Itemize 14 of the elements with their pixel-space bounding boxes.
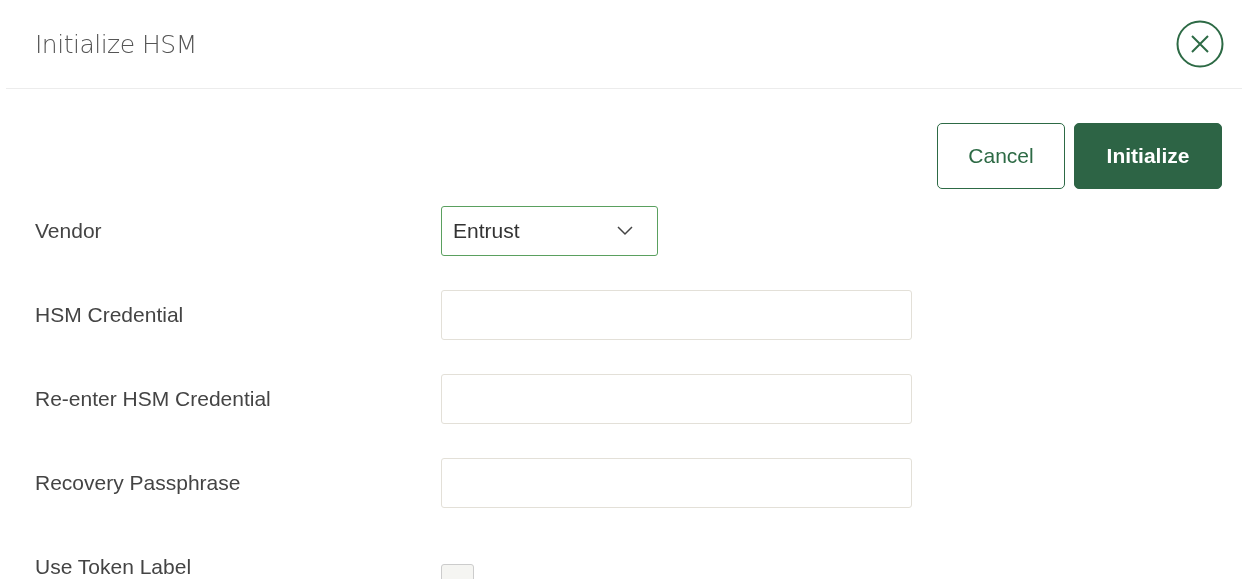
- field-label: Use Token Label: [35, 555, 193, 579]
- close-icon[interactable]: [1176, 20, 1224, 68]
- chevron-down-icon: [617, 226, 633, 236]
- field-label: Recovery Passphrase: [35, 471, 242, 495]
- vendor-dropdown[interactable]: Entrust: [441, 206, 658, 256]
- initialize-button[interactable]: Initialize: [1074, 123, 1222, 189]
- field-label: HSM Credential: [35, 303, 185, 327]
- input-field[interactable]: [441, 374, 912, 424]
- input-field[interactable]: [441, 290, 912, 340]
- dialog-title: Initialize HSM: [35, 29, 197, 59]
- cancel-button[interactable]: Cancel: [937, 123, 1065, 189]
- field-label: Re-enter HSM Credential: [35, 387, 272, 411]
- field-label: Vendor: [35, 219, 103, 243]
- input-field[interactable]: [441, 458, 912, 508]
